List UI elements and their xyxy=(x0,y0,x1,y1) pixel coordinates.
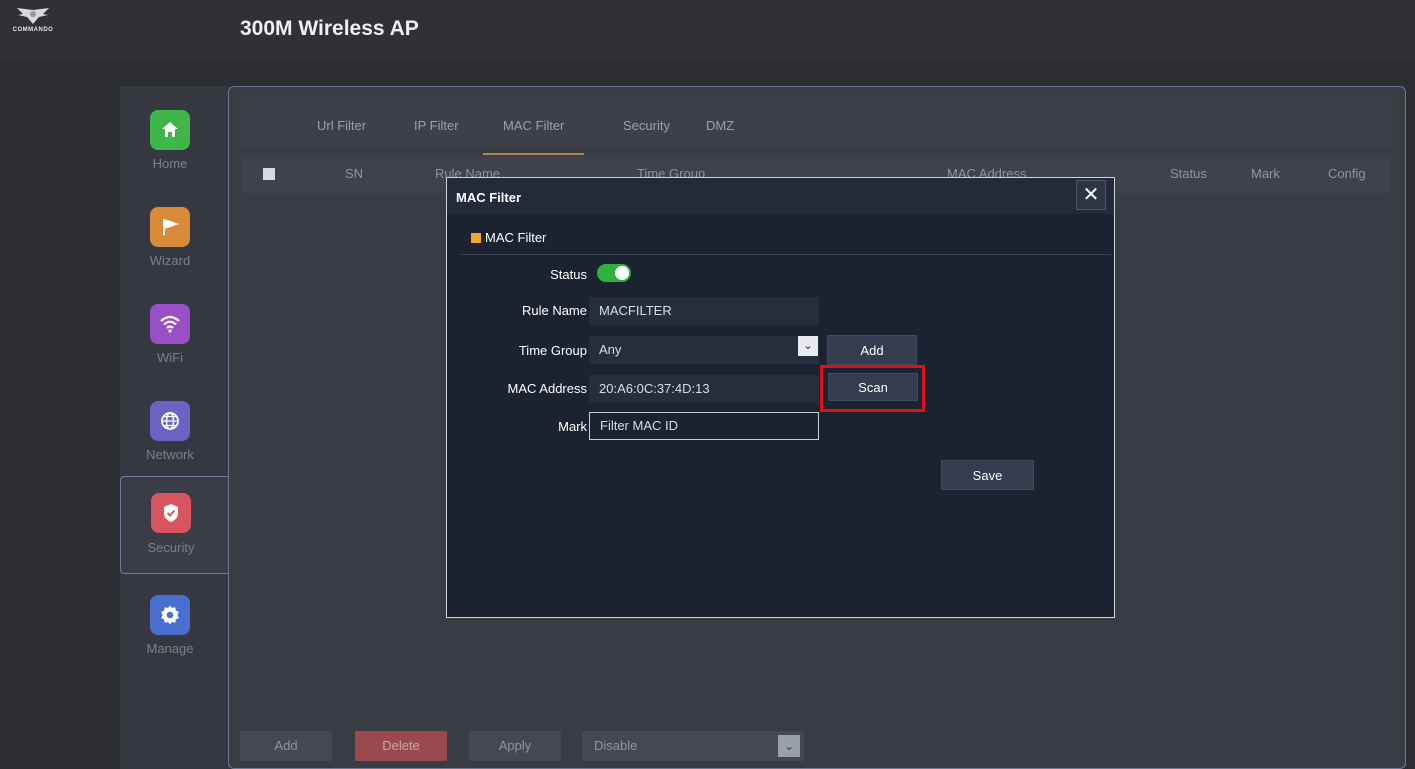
sidebar-item-label: WiFi xyxy=(157,350,183,365)
wifi-icon xyxy=(150,304,190,344)
tab-bar: Url Filter IP Filter MAC Filter Security… xyxy=(241,95,1391,155)
sidebar-item-wifi[interactable]: WiFi xyxy=(120,294,228,392)
left-rail xyxy=(0,62,66,769)
column-status: Status xyxy=(1170,166,1207,181)
app-title: 300M Wireless AP xyxy=(240,17,419,40)
sidebar-item-label: Wizard xyxy=(149,253,191,268)
sidebar-item-home[interactable]: Home xyxy=(120,100,228,198)
rule-name-input[interactable]: MACFILTER xyxy=(589,297,819,325)
sidebar-item-security[interactable]: Security xyxy=(120,476,228,574)
column-config: Config xyxy=(1328,166,1366,181)
sidebar-item-label: Manage xyxy=(146,641,194,656)
rule-name-label: Rule Name xyxy=(521,303,587,318)
section-heading: MAC Filter xyxy=(471,230,546,245)
sidebar-item-network[interactable]: Network xyxy=(120,391,228,489)
delete-rule-button[interactable]: Delete xyxy=(355,731,447,761)
top-header: COMMANDO 300M Wireless AP xyxy=(0,0,1415,62)
dialog-header: MAC Filter ✕ xyxy=(447,178,1114,214)
mark-label: Mark xyxy=(558,419,587,434)
mac-address-label: MAC Address xyxy=(507,381,587,396)
logo-text: COMMANDO xyxy=(12,27,54,33)
column-mark: Mark xyxy=(1251,166,1280,181)
globe-icon xyxy=(150,401,190,441)
filter-mode-select[interactable]: Disable ⌄ xyxy=(582,731,804,761)
mac-filter-dialog: MAC Filter ✕ MAC Filter Status Rule Name… xyxy=(446,177,1115,618)
status-toggle[interactable] xyxy=(597,264,631,282)
brand-logo: COMMANDO xyxy=(6,6,60,46)
eagle-logo-icon xyxy=(17,8,49,24)
divider xyxy=(461,254,1111,255)
close-icon[interactable]: ✕ xyxy=(1076,180,1106,210)
sidebar-item-manage[interactable]: Manage xyxy=(120,585,228,683)
sidebar-item-wizard[interactable]: Wizard xyxy=(120,197,228,295)
chevron-down-icon[interactable]: ⌄ xyxy=(798,336,818,356)
apply-button[interactable]: Apply xyxy=(469,731,561,761)
column-sn: SN xyxy=(345,166,364,181)
dialog-title: MAC Filter xyxy=(456,190,521,205)
tab-mac-filter[interactable]: MAC Filter xyxy=(483,95,585,155)
scan-highlight-box xyxy=(820,365,925,412)
section-heading-text: MAC Filter xyxy=(485,230,547,245)
add-time-group-button[interactable]: Add xyxy=(827,335,917,365)
gear-icon xyxy=(150,595,190,635)
mark-input[interactable]: Filter MAC ID xyxy=(589,412,819,440)
shield-icon xyxy=(151,493,191,533)
sidebar: Home Wizard WiFi Network Security Manage xyxy=(120,86,230,769)
time-group-select[interactable]: Any xyxy=(589,336,819,364)
tab-dmz[interactable]: DMZ xyxy=(706,95,734,147)
home-icon xyxy=(150,110,190,150)
section-marker-icon xyxy=(471,233,481,243)
tab-ip-filter[interactable]: IP Filter xyxy=(414,95,459,147)
select-all-checkbox[interactable] xyxy=(263,168,275,180)
time-group-label: Time Group xyxy=(518,343,587,358)
save-button[interactable]: Save xyxy=(941,460,1034,490)
filter-mode-value: Disable xyxy=(594,738,638,753)
sidebar-item-label: Network xyxy=(146,447,194,462)
tab-url-filter[interactable]: Url Filter xyxy=(317,95,366,147)
add-rule-button[interactable]: Add xyxy=(240,731,332,761)
status-label: Status xyxy=(550,267,587,282)
flag-icon xyxy=(150,207,190,247)
mac-address-input[interactable]: 20:A6:0C:37:4D:13 xyxy=(589,375,819,403)
chevron-down-icon: ⌄ xyxy=(778,735,800,757)
sidebar-item-label: Security xyxy=(147,540,195,555)
sidebar-item-label: Home xyxy=(152,156,188,171)
tab-security[interactable]: Security xyxy=(623,95,670,147)
toggle-knob xyxy=(615,266,629,280)
